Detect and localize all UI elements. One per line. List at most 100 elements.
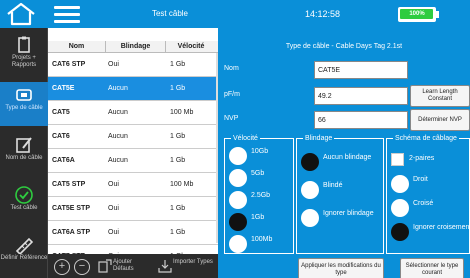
column-header-shield[interactable]: Blindage	[106, 41, 166, 53]
shielding-radio[interactable]	[301, 181, 319, 199]
wiring-label: Ignorer croisement	[413, 224, 470, 231]
table-row[interactable]: CAT6 Aucun 1 Gb	[48, 125, 218, 149]
cell-name: CAT6 STP	[52, 61, 86, 68]
table-row[interactable]: CAT5E Aucun 1 Gb	[48, 77, 218, 101]
two-pairs-label: 2-paires	[409, 155, 435, 162]
apply-changes-button[interactable]: Appliquer les modifications du type	[298, 258, 384, 278]
sidebar: Projets + Rapports Type de câble Nom de …	[0, 28, 48, 278]
app-title: Test câble	[151, 9, 189, 18]
learn-length-constant-button[interactable]: Learn Length Constant	[410, 85, 470, 107]
wiring-group-title: Schéma de câblage	[393, 134, 459, 143]
table-row[interactable]: CAT5E STP Oui 1 Gb	[48, 197, 218, 221]
battery-percent: 100%	[409, 11, 425, 17]
sidebar-item-label: Définir Référence	[0, 255, 48, 261]
sidebar-item-cable-test[interactable]: Test câble	[0, 182, 48, 226]
shielding-group-title: Blindage	[303, 134, 335, 143]
cell-speed: 1 Gb	[170, 85, 186, 92]
pfm-label: pF/m	[224, 91, 240, 98]
velocity-group: Vélocité 10Gb 5Gb 2.5Gb 1Gb 100Mb	[224, 134, 294, 254]
cell-name: CAT6A	[52, 157, 75, 164]
cell-name: CAT5E STP	[52, 205, 90, 212]
cell-speed: 1 Gb	[170, 229, 186, 236]
home-icon[interactable]	[2, 2, 40, 26]
cell-shield: Oui	[108, 181, 119, 188]
detail-title: Type de câble - Cable Days Tag 2.1st	[285, 43, 403, 50]
sidebar-item-label: Nom de câble	[5, 155, 43, 161]
table-row[interactable]: CAT6A STP Oui 1 Gb	[48, 221, 218, 245]
sidebar-item-label: Test câble	[10, 205, 38, 211]
cell-speed: 1 Gb	[170, 157, 186, 164]
nvp-input[interactable]	[314, 111, 408, 129]
shielding-radio[interactable]	[301, 209, 319, 227]
cell-shield: Oui	[108, 205, 119, 212]
cell-name: CAT6A STP	[52, 229, 91, 236]
import-icon	[158, 260, 172, 273]
edit-icon	[16, 137, 32, 153]
top-bar: Test câble 14:12:58 100%	[0, 0, 470, 28]
shielding-label: Blindé	[323, 182, 343, 189]
cell-speed: 100 Mb	[170, 181, 194, 188]
cell-speed: 1 Gb	[170, 61, 186, 68]
nvp-label: NVP	[224, 115, 239, 122]
cell-name: CAT5	[52, 109, 70, 116]
cell-name: CAT6	[52, 133, 70, 140]
table-row[interactable]: CAT6 STP Oui 1 Gb	[48, 53, 218, 77]
wiring-label: Croisé	[413, 200, 434, 207]
cell-shield: Aucun	[108, 157, 128, 164]
shielding-radio[interactable]	[301, 153, 319, 171]
wiring-radio[interactable]	[391, 199, 409, 217]
cable-icon	[16, 89, 32, 101]
import-types-button[interactable]: Importer Types	[158, 256, 216, 276]
clock: 14:12:58	[305, 9, 341, 19]
add-defaults-button[interactable]: Ajouter Défauts	[98, 256, 152, 276]
cell-speed: 1 Gb	[170, 205, 186, 212]
sidebar-item-set-reference[interactable]: Définir Référence	[0, 232, 48, 276]
remove-cable-type-button[interactable]: −	[74, 259, 90, 275]
wiring-group: Schéma de câblage 2-paires Droit Croisé Ig…	[386, 134, 470, 254]
velocity-radio[interactable]	[229, 169, 247, 187]
name-label: Nom	[224, 65, 239, 72]
velocity-radio[interactable]	[229, 213, 247, 231]
velocity-radio[interactable]	[229, 191, 247, 209]
add-defaults-label: Ajouter Défauts	[113, 259, 134, 272]
cable-type-detail-panel: Type de câble - Cable Days Tag 2.1st Nom…	[218, 28, 470, 278]
sidebar-item-label: Type de câble	[5, 105, 43, 111]
cell-shield: Aucun	[108, 109, 128, 116]
shielding-group: Blindage Aucun blindage Blindé Ignorer bli…	[296, 134, 384, 254]
table-toolbar: + − Ajouter Défauts Importer Types	[48, 254, 218, 278]
hamburger-menu-icon[interactable]	[50, 4, 84, 24]
table-row[interactable]: CAT5 STP Oui 100 Mb	[48, 173, 218, 197]
determine-nvp-button[interactable]: Déterminer NVP	[410, 109, 470, 131]
two-pairs-checkbox[interactable]	[391, 153, 404, 166]
shielding-label: Ignorer blindage	[323, 210, 374, 217]
cell-shield: Aucun	[108, 133, 128, 140]
sidebar-item-cable-type[interactable]: Type de câble	[0, 82, 48, 126]
table-row[interactable]: CAT6A Aucun 1 Gb	[48, 149, 218, 173]
wiring-radio[interactable]	[391, 223, 409, 241]
add-defaults-icon	[98, 259, 112, 273]
cell-speed: 100 Mb	[170, 109, 194, 116]
select-current-type-button[interactable]: Sélectionner le type courant	[400, 258, 464, 278]
column-header-speed[interactable]: Vélocité	[166, 41, 216, 53]
battery-tip	[436, 11, 439, 18]
check-circle-icon	[15, 186, 33, 204]
ruler-icon	[15, 237, 34, 254]
cable-type-table: Nom Blindage Vélocité CAT6 STP Oui 1 Gb CAT…	[48, 28, 218, 269]
column-header-name[interactable]: Nom	[48, 41, 106, 53]
battery-icon: 100%	[398, 7, 436, 22]
velocity-radio[interactable]	[229, 235, 247, 253]
velocity-radio[interactable]	[229, 147, 247, 165]
add-cable-type-button[interactable]: +	[54, 259, 70, 275]
cell-speed: 1 Gb	[170, 133, 186, 140]
name-input[interactable]	[314, 61, 408, 79]
wiring-radio[interactable]	[391, 175, 409, 193]
cell-shield: Aucun	[108, 85, 128, 92]
sidebar-item-cable-name[interactable]: Nom de câble	[0, 132, 48, 176]
shielding-label: Aucun blindage	[323, 154, 372, 161]
table-row[interactable]: CAT5 Aucun 100 Mb	[48, 101, 218, 125]
sidebar-item-projects[interactable]: Projets + Rapports	[0, 32, 48, 76]
table-header: Nom Blindage Vélocité	[48, 41, 218, 53]
wiring-label: Droit	[413, 176, 428, 183]
cell-name: CAT5E	[52, 85, 75, 92]
pfm-input[interactable]	[314, 87, 408, 105]
